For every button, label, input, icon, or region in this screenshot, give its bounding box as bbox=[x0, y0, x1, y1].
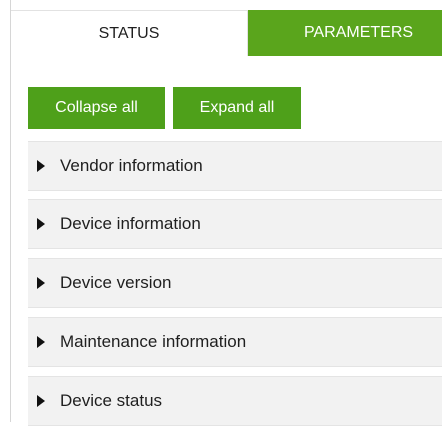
section-vendor-information[interactable]: Vendor information bbox=[28, 141, 442, 191]
device-panel: STATUS PARAMETERS Collapse all Expand al… bbox=[10, 0, 442, 426]
caret-right-icon bbox=[37, 395, 45, 407]
caret-right-icon bbox=[37, 218, 45, 230]
caret-right-icon bbox=[37, 160, 45, 172]
section-maintenance-information[interactable]: Maintenance information bbox=[28, 317, 442, 367]
tab-parameters[interactable]: PARAMETERS bbox=[248, 10, 442, 56]
section-label: Device information bbox=[60, 214, 201, 233]
caret-right-icon bbox=[37, 277, 45, 289]
section-device-version[interactable]: Device version bbox=[28, 258, 442, 308]
section-label: Vendor information bbox=[60, 156, 203, 175]
tab-status[interactable]: STATUS bbox=[11, 10, 248, 56]
section-label: Device version bbox=[60, 273, 172, 292]
tab-status-label: STATUS bbox=[98, 24, 160, 42]
section-label: Device status bbox=[60, 391, 163, 410]
tab-bar: STATUS PARAMETERS bbox=[11, 10, 442, 56]
section-device-status[interactable]: Device status bbox=[28, 376, 442, 426]
caret-right-icon bbox=[37, 336, 45, 348]
section-label: Maintenance information bbox=[60, 332, 247, 351]
section-device-information[interactable]: Device information bbox=[28, 199, 442, 249]
collapse-all-button[interactable]: Collapse all bbox=[28, 87, 165, 129]
expand-all-button[interactable]: Expand all bbox=[173, 87, 301, 129]
tab-parameters-label: PARAMETERS bbox=[304, 24, 414, 41]
